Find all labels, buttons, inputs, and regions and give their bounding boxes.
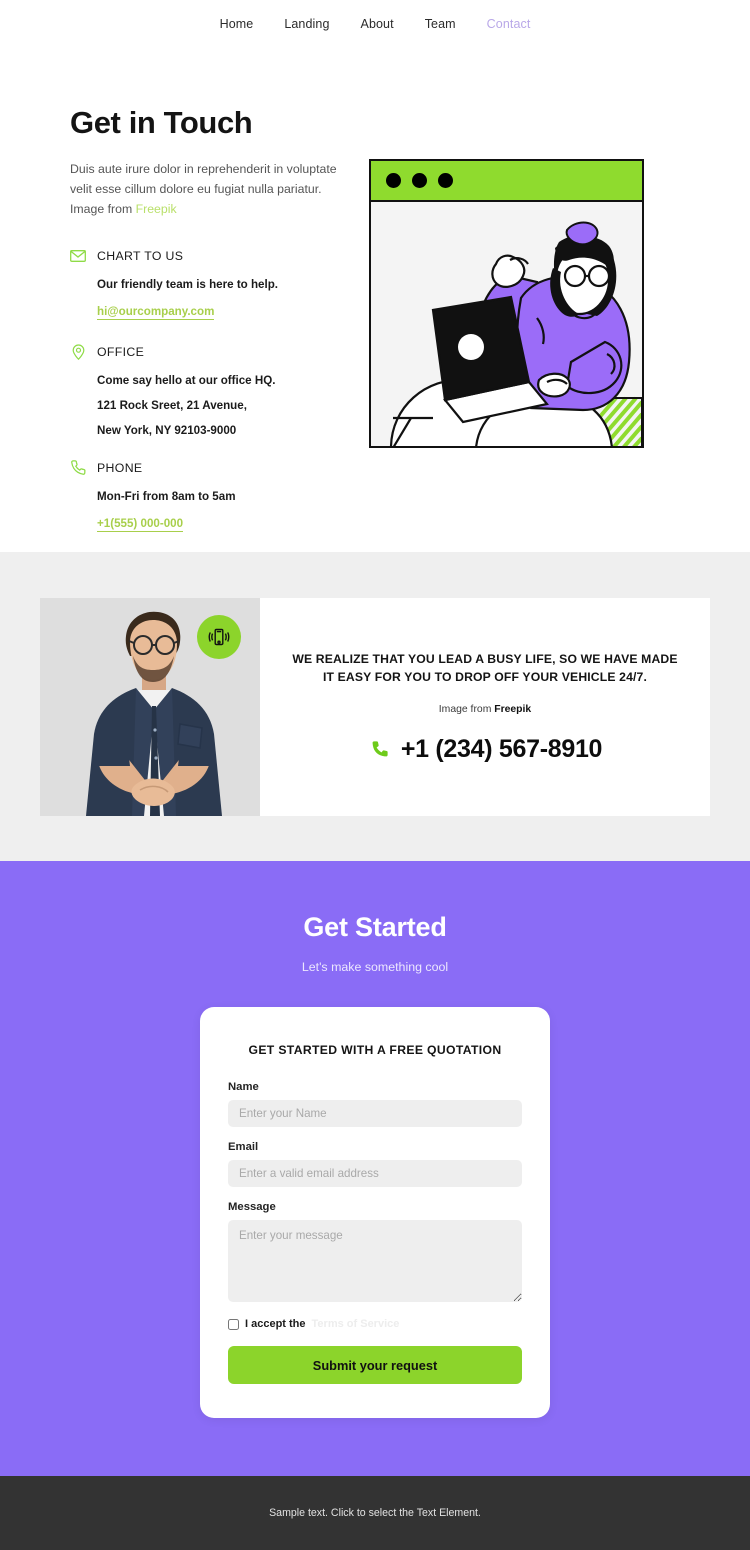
contact-line-chart-1: Our friendly team is here to help. [97,277,279,291]
contact-title-chart: CHART TO US [97,248,184,263]
hero-lead-text: Duis aute irure dolor in reprehenderit i… [70,160,340,220]
get-started-section: Get Started Let's make something cool GE… [0,861,750,1477]
email-label: Email [228,1141,259,1154]
envelope-icon [70,248,86,264]
hero-section: Get in Touch Duis aute irure dolor in re… [0,47,750,553]
quotation-form-card: GET STARTED WITH A FREE QUOTATION Name E… [200,1007,550,1419]
nav-item-team[interactable]: Team [425,17,456,31]
freepik-credit-link[interactable]: Freepik [136,202,177,216]
terms-accept-row: I accept the Terms of Service [228,1318,522,1330]
accept-terms-label: I accept the [245,1318,306,1331]
name-input[interactable] [228,1100,522,1128]
contact-block-office: OFFICE Come say hello at our office HQ. … [70,344,340,438]
page-footer: Sample text. Click to select the Text El… [0,1476,750,1550]
illustration-canvas [371,202,642,446]
submit-request-button[interactable]: Submit your request [228,1346,522,1385]
map-pin-icon [70,344,86,360]
promo-photo [40,598,260,817]
window-dot-icon [386,173,401,188]
landing-page: Home Landing About Team Contact Get in T… [0,0,750,1550]
main-navigation: Home Landing About Team Contact [0,0,750,47]
cta-title: Get Started [303,912,447,943]
contact-line-office-2: 121 Rock Sreet, 21 Avenue, [97,398,247,412]
promo-credit: Image from Freepik [439,704,531,715]
promo-phone-number[interactable]: +1 (234) 567-8910 [368,735,602,764]
nav-item-home[interactable]: Home [220,17,254,31]
terms-of-service-link[interactable]: Terms of Service [312,1318,400,1330]
message-textarea[interactable] [228,1220,522,1303]
hero-illustration-wrap [340,105,750,448]
message-label: Message [228,1201,276,1214]
phone-icon [368,739,390,761]
nav-item-about[interactable]: About [361,17,394,31]
contact-block-phone: PHONE Mon-Fri from 8am to 5am +1(555) 00… [70,460,340,533]
form-title: GET STARTED WITH A FREE QUOTATION [248,1043,502,1058]
cta-subtitle: Let's make something cool [301,960,449,975]
page-title: Get in Touch [70,105,253,140]
email-link[interactable]: hi@ourcompany.com [97,305,215,320]
promo-headline: WE REALIZE THAT YOU LEAD A BUSY LIFE, SO… [292,651,678,685]
promo-credit-name: Freepik [494,704,532,716]
hero-lead-body: Duis aute irure dolor in reprehenderit i… [70,162,337,216]
contact-title-office: OFFICE [97,344,145,359]
contact-line-office-1: Come say hello at our office HQ. [97,373,276,387]
vibrating-phone-badge [197,615,241,660]
browser-window-titlebar [371,161,642,202]
promo-credit-prefix: Image from [438,704,495,716]
email-input[interactable] [228,1160,522,1188]
contact-block-chart: CHART TO US Our friendly team is here to… [70,248,340,320]
promo-card: WE REALIZE THAT YOU LEAD A BUSY LIFE, SO… [40,598,710,817]
vibrating-phone-icon [208,628,230,646]
promo-phone-text: +1 (234) 567-8910 [400,735,603,764]
window-dot-icon [438,173,453,188]
phone-link[interactable]: +1(555) 000-000 [97,517,184,533]
promo-band-section: WE REALIZE THAT YOU LEAD A BUSY LIFE, SO… [0,552,750,862]
window-dot-icon [412,173,427,188]
contact-title-phone: PHONE [97,460,143,475]
hero-content: Get in Touch Duis aute irure dolor in re… [0,105,340,552]
promo-content: WE REALIZE THAT YOU LEAD A BUSY LIFE, SO… [260,598,710,816]
contact-line-phone-1: Mon-Fri from 8am to 5am [97,489,236,503]
footer-text[interactable]: Sample text. Click to select the Text El… [269,1507,481,1519]
nav-item-landing[interactable]: Landing [284,17,329,31]
name-label: Name [228,1081,259,1094]
contact-line-office-3: New York, NY 92103-9000 [97,423,237,437]
phone-icon [70,460,86,476]
accept-terms-checkbox[interactable] [228,1318,239,1330]
nav-item-contact[interactable]: Contact [487,17,531,31]
woman-with-laptop-icon [371,202,642,446]
browser-window-illustration [369,159,644,448]
